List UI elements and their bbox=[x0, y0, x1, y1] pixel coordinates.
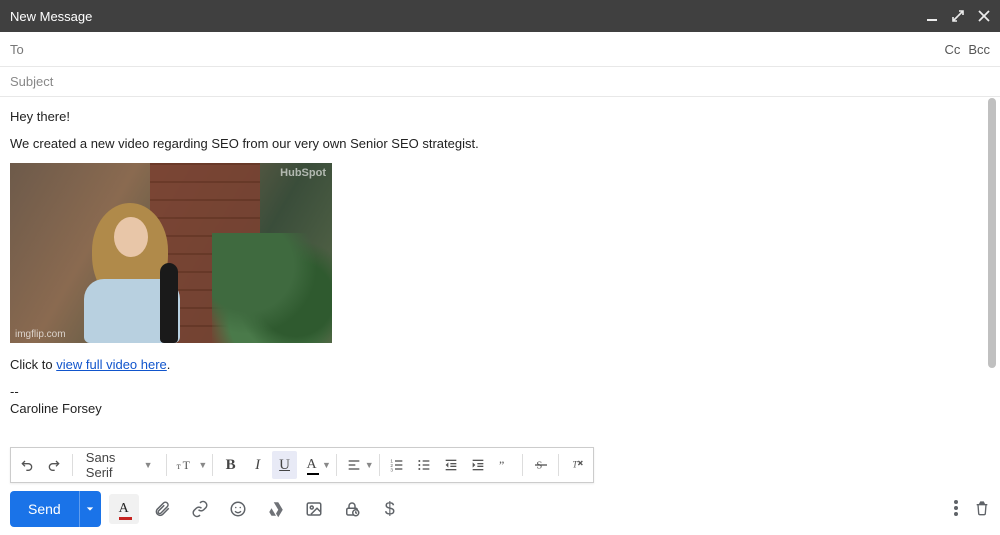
to-input[interactable] bbox=[30, 42, 945, 57]
send-button-group: Send bbox=[10, 491, 101, 527]
thumb-watermark-top: HubSpot bbox=[280, 167, 326, 179]
insert-link-icon[interactable] bbox=[185, 494, 215, 524]
cta-prefix: Click to bbox=[10, 357, 56, 372]
svg-text:T: T bbox=[183, 458, 191, 472]
separator bbox=[379, 454, 380, 476]
body-greeting: Hey there! bbox=[10, 109, 990, 124]
cta-suffix: . bbox=[167, 357, 171, 372]
bold-button[interactable]: B bbox=[218, 451, 243, 479]
insert-signature-icon[interactable]: $ bbox=[375, 494, 405, 524]
send-options-dropdown[interactable] bbox=[79, 491, 101, 527]
insert-drive-icon[interactable] bbox=[261, 494, 291, 524]
body-cta: Click to view full video here. bbox=[10, 357, 990, 372]
svg-text:3: 3 bbox=[390, 468, 393, 473]
subject-row bbox=[0, 67, 1000, 97]
trailing-actions bbox=[954, 499, 990, 520]
bulleted-list-icon[interactable] bbox=[412, 451, 437, 479]
chevron-down-icon[interactable]: ▼ bbox=[322, 460, 331, 470]
body-scrollbar[interactable] bbox=[988, 98, 996, 368]
send-button[interactable]: Send bbox=[10, 491, 79, 527]
extra-recipient-fields: Cc Bcc bbox=[944, 42, 990, 57]
compose-body[interactable]: Hey there! We created a new video regard… bbox=[0, 97, 1000, 447]
signature-name: Caroline Forsey bbox=[10, 401, 990, 416]
attach-file-icon[interactable] bbox=[147, 494, 177, 524]
strikethrough-icon[interactable]: S bbox=[528, 451, 553, 479]
svg-text:”: ” bbox=[499, 458, 504, 472]
bottom-toolbar: Send A $ bbox=[0, 491, 1000, 535]
more-options-icon[interactable] bbox=[954, 500, 958, 519]
insert-photo-icon[interactable] bbox=[299, 494, 329, 524]
numbered-list-icon[interactable]: 123 bbox=[385, 451, 410, 479]
redo-icon[interactable] bbox=[42, 451, 67, 479]
separator bbox=[212, 454, 213, 476]
bcc-button[interactable]: Bcc bbox=[968, 42, 990, 57]
confidential-mode-icon[interactable] bbox=[337, 494, 367, 524]
window-controls bbox=[926, 10, 990, 22]
body-line1: We created a new video regarding SEO fro… bbox=[10, 136, 990, 151]
separator bbox=[522, 454, 523, 476]
subject-input[interactable] bbox=[10, 74, 990, 89]
video-thumbnail[interactable]: HubSpot imgflip.com bbox=[10, 163, 332, 343]
svg-text:T: T bbox=[572, 461, 578, 471]
svg-text:S: S bbox=[536, 460, 542, 471]
to-row: To Cc Bcc bbox=[0, 32, 1000, 67]
cta-link[interactable]: view full video here bbox=[56, 357, 167, 372]
separator bbox=[558, 454, 559, 476]
window-titlebar: New Message bbox=[0, 0, 1000, 32]
font-size-icon[interactable]: тT bbox=[171, 451, 196, 479]
to-label: To bbox=[10, 42, 24, 57]
chevron-down-icon: ▼ bbox=[144, 460, 153, 470]
svg-text:т: т bbox=[177, 462, 181, 472]
separator bbox=[166, 454, 167, 476]
signature-divider: -- bbox=[10, 384, 990, 399]
align-button[interactable] bbox=[342, 451, 367, 479]
minimize-icon[interactable] bbox=[926, 10, 938, 22]
popout-icon[interactable] bbox=[952, 10, 964, 22]
thumb-watermark-bottom: imgflip.com bbox=[15, 329, 66, 340]
insert-emoji-icon[interactable] bbox=[223, 494, 253, 524]
separator bbox=[336, 454, 337, 476]
text-color-button[interactable]: A bbox=[299, 451, 324, 479]
chevron-down-icon[interactable]: ▼ bbox=[365, 460, 374, 470]
formatting-options-button[interactable]: A bbox=[109, 494, 139, 524]
formatting-toolbar: Sans Serif ▼ тT ▼ B I U A ▼ ▼ 123 ” S T bbox=[10, 447, 594, 483]
undo-icon[interactable] bbox=[15, 451, 40, 479]
discard-draft-icon[interactable] bbox=[974, 499, 990, 520]
indent-less-icon[interactable] bbox=[439, 451, 464, 479]
italic-button[interactable]: I bbox=[245, 451, 270, 479]
quote-icon[interactable]: ” bbox=[492, 451, 517, 479]
chevron-down-icon[interactable]: ▼ bbox=[198, 460, 207, 470]
window-title: New Message bbox=[10, 9, 926, 24]
indent-more-icon[interactable] bbox=[465, 451, 490, 479]
separator bbox=[72, 454, 73, 476]
cc-button[interactable]: Cc bbox=[944, 42, 960, 57]
font-family-label: Sans Serif bbox=[86, 450, 138, 480]
remove-formatting-icon[interactable]: T bbox=[564, 451, 589, 479]
close-icon[interactable] bbox=[978, 10, 990, 22]
underline-button[interactable]: U bbox=[272, 451, 297, 479]
font-family-select[interactable]: Sans Serif ▼ bbox=[78, 451, 161, 479]
